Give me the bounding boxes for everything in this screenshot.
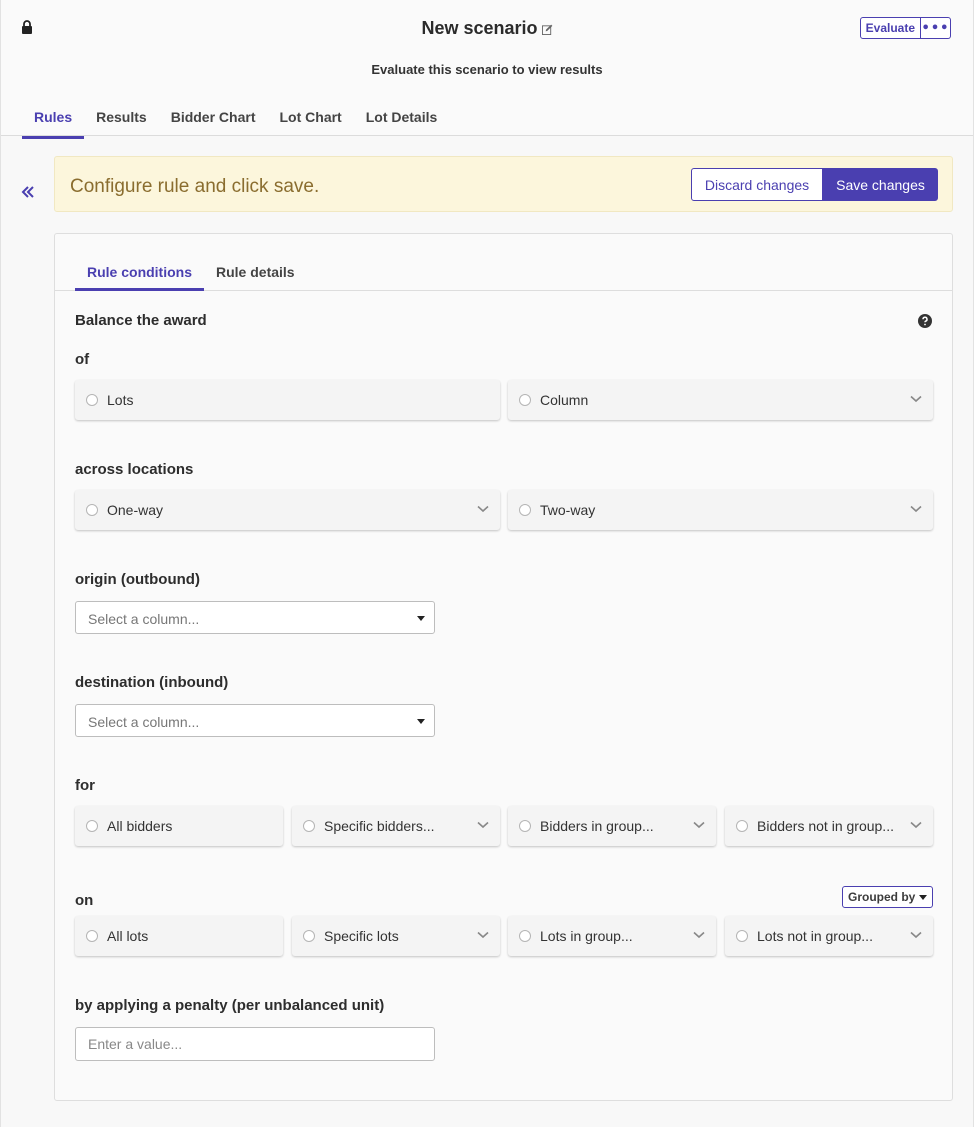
rule-panel: Rule conditions Rule details Balance the… — [54, 233, 953, 1101]
on-option-lots-in-group[interactable]: Lots in group... — [508, 916, 716, 956]
radio-button[interactable] — [86, 930, 98, 942]
option-label: Lots in group... — [540, 928, 633, 944]
chevron-down-icon[interactable] — [693, 821, 705, 829]
for-option-all-bidders[interactable]: All bidders — [75, 806, 283, 846]
banner-message: Configure rule and click save. — [70, 176, 320, 197]
option-label: Bidders in group... — [540, 818, 654, 834]
option-label: Two-way — [540, 502, 596, 518]
edit-icon[interactable] — [541, 24, 553, 35]
on-option-all-lots[interactable]: All lots — [75, 916, 283, 956]
radio-button[interactable] — [86, 504, 98, 516]
caret-down-icon — [417, 616, 425, 621]
on-option-specific-lots[interactable]: Specific lots — [292, 916, 500, 956]
tab-rule-details[interactable]: Rule details — [204, 256, 307, 291]
on-label: on — [75, 892, 94, 909]
option-label: Bidders not in group... — [757, 818, 894, 834]
chevron-down-icon[interactable] — [477, 505, 489, 513]
chevron-down-icon[interactable] — [910, 821, 922, 829]
discard-changes-button[interactable]: Discard changes — [691, 168, 823, 201]
save-changes-button[interactable]: Save changes — [823, 168, 938, 201]
tab-lot-details[interactable]: Lot Details — [354, 100, 450, 139]
option-label: All bidders — [107, 818, 173, 834]
radio-button[interactable] — [519, 504, 531, 516]
option-label: Column — [540, 392, 589, 408]
scenario-subtitle: Evaluate this scenario to view results — [371, 62, 603, 77]
scenario-header: New scenario Evaluate this scenario to v… — [1, 0, 973, 139]
tab-rules[interactable]: Rules — [22, 100, 85, 139]
for-option-specific-bidders[interactable]: Specific bidders... — [292, 806, 500, 846]
destination-label: destination (inbound) — [75, 674, 229, 691]
origin-label: origin (outbound) — [75, 571, 200, 588]
on-option-lots-not-in-group[interactable]: Lots not in group... — [725, 916, 933, 956]
radio-button[interactable] — [736, 930, 748, 942]
title-wrap: New scenario — [1, 18, 973, 39]
option-label: Lots — [107, 392, 134, 408]
select-placeholder: Select a column... — [88, 714, 200, 730]
header-actions: Evaluate ••• — [859, 17, 951, 39]
radio-button[interactable] — [303, 820, 315, 832]
help-icon[interactable] — [918, 314, 932, 328]
grouped-by-button[interactable]: Grouped by — [842, 886, 934, 908]
radio-button[interactable] — [519, 930, 531, 942]
rule-title: Balance the award — [75, 312, 207, 329]
of-option-lots[interactable]: Lots — [75, 380, 500, 420]
chevron-down-icon[interactable] — [477, 821, 489, 829]
destination-column-select[interactable]: Select a column... — [75, 704, 435, 737]
for-label: for — [75, 777, 95, 794]
for-option-bidders-not-in-group[interactable]: Bidders not in group... — [725, 806, 933, 846]
penalty-input[interactable] — [75, 1027, 435, 1061]
radio-button[interactable] — [519, 394, 531, 406]
option-label: Specific bidders... — [324, 818, 435, 834]
chevron-down-icon[interactable] — [477, 931, 489, 939]
of-option-column[interactable]: Column — [508, 380, 933, 420]
evaluate-button[interactable]: Evaluate — [859, 17, 921, 39]
tab-bidder-chart[interactable]: Bidder Chart — [159, 100, 268, 139]
scenario-title: New scenario — [421, 18, 538, 38]
radio-button[interactable] — [519, 820, 531, 832]
for-option-bidders-in-group[interactable]: Bidders in group... — [508, 806, 716, 846]
tab-results[interactable]: Results — [84, 100, 159, 139]
scenario-tabs: Rules Results Bidder Chart Lot Chart Lot… — [22, 100, 449, 139]
across-option-one-way[interactable]: One-way — [75, 490, 500, 530]
chevron-down-icon[interactable] — [910, 395, 922, 403]
across-locations-label: across locations — [75, 461, 194, 478]
grouped-by-label: Grouped by — [848, 890, 916, 904]
option-label: One-way — [107, 502, 164, 518]
radio-button[interactable] — [86, 820, 98, 832]
unsaved-banner: Configure rule and click save. Discard c… — [54, 156, 953, 212]
chevron-down-icon[interactable] — [693, 931, 705, 939]
option-label: Specific lots — [324, 928, 399, 944]
tab-lot-chart[interactable]: Lot Chart — [268, 100, 354, 139]
select-placeholder: Select a column... — [88, 611, 200, 627]
collapse-sidebar-icon[interactable] — [20, 184, 36, 200]
more-options-button[interactable]: ••• — [921, 17, 951, 39]
option-label: Lots not in group... — [757, 928, 873, 944]
radio-button[interactable] — [86, 394, 98, 406]
chevron-down-icon[interactable] — [910, 505, 922, 513]
radio-button[interactable] — [736, 820, 748, 832]
tab-rule-conditions[interactable]: Rule conditions — [75, 256, 204, 291]
penalty-label: by applying a penalty (per unbalanced un… — [75, 997, 385, 1014]
origin-column-select[interactable]: Select a column... — [75, 601, 435, 634]
option-label: All lots — [107, 928, 149, 944]
radio-button[interactable] — [303, 930, 315, 942]
caret-down-icon — [919, 894, 928, 900]
chevron-down-icon[interactable] — [910, 931, 922, 939]
of-label: of — [75, 351, 90, 368]
caret-down-icon — [417, 719, 425, 724]
across-option-two-way[interactable]: Two-way — [508, 490, 933, 530]
rule-tabs: Rule conditions Rule details — [75, 256, 952, 291]
